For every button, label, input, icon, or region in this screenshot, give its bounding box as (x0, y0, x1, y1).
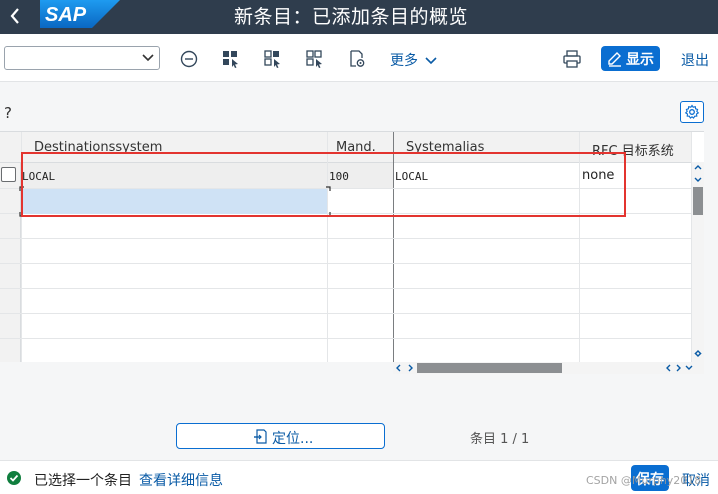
select-all-icon[interactable] (221, 49, 241, 69)
title-bar: SAP 新条目：已添加条目的概览 (0, 0, 718, 34)
row-checkbox[interactable] (1, 167, 16, 182)
more-menu-label: 更多 (390, 53, 418, 69)
table-settings-button[interactable] (680, 101, 704, 123)
column-header-alias[interactable]: Systemalias (394, 132, 579, 163)
divider (0, 313, 692, 314)
horizontal-scrollbar[interactable] (393, 362, 704, 374)
column-header-rfc[interactable]: RFC 目标系统 (580, 132, 692, 163)
divider (0, 338, 692, 339)
exit-button[interactable]: 退出 (681, 50, 709, 70)
chevron-down-icon (425, 57, 438, 65)
divider (579, 132, 580, 362)
success-icon (7, 471, 21, 485)
help-text: ? (4, 104, 12, 122)
horizontal-scroll-thumb[interactable] (417, 363, 562, 373)
table-row (22, 163, 327, 188)
vertical-scrollbar[interactable] (692, 162, 704, 362)
watermark: CSDN @Murphy2018 (586, 474, 702, 487)
chevron-down-icon (142, 54, 154, 62)
sap-logo: SAP (40, 0, 120, 28)
deselect-all-icon[interactable] (305, 49, 325, 69)
status-message: 已选择一个条目 (34, 473, 132, 489)
print-icon[interactable] (562, 49, 582, 69)
cell-alias[interactable]: LOCAL (395, 170, 428, 183)
scroll-arrows-icon[interactable] (693, 163, 703, 185)
scroll-up-icon[interactable] (693, 346, 703, 358)
column-header-client[interactable]: Mand. (328, 132, 393, 163)
locate-button-label: 定位... (272, 431, 314, 447)
divider (393, 132, 394, 362)
gear-icon (684, 104, 700, 119)
display-button[interactable]: 显示 (601, 46, 660, 71)
document-settings-icon[interactable] (347, 49, 367, 69)
back-icon[interactable] (6, 4, 26, 28)
vertical-scroll-thumb[interactable] (693, 187, 703, 215)
toolbar: 更多 显示 退出 (0, 34, 718, 82)
cell-focus-corners (19, 186, 331, 217)
cell-client[interactable]: 100 (329, 170, 349, 183)
svg-text:SAP: SAP (45, 4, 87, 26)
locate-button[interactable]: 定位... (176, 423, 385, 449)
row-selector-header (0, 132, 21, 163)
cell-rfc[interactable]: none (582, 168, 614, 183)
select-block-icon[interactable] (263, 49, 283, 69)
divider (0, 263, 692, 264)
view-select[interactable] (4, 46, 160, 70)
divider (0, 288, 692, 289)
cell-destination[interactable]: LOCAL (22, 170, 55, 183)
minus-circle-icon[interactable] (179, 49, 199, 69)
edit-icon (608, 52, 621, 67)
entries-table: Destinationssystem Mand. Systemalias RFC… (0, 131, 704, 362)
scroll-left-right-icon[interactable] (394, 363, 416, 373)
entry-count: 条目 1 / 1 (470, 432, 530, 447)
display-button-label: 显示 (626, 52, 654, 68)
column-header-destination[interactable]: Destinationssystem (22, 132, 327, 163)
divider (0, 238, 692, 239)
page-title: 新条目：已添加条目的概览 (234, 6, 469, 28)
scroll-arrows-icon[interactable] (665, 363, 701, 373)
view-details-link[interactable]: 查看详细信息 (139, 470, 223, 490)
locate-icon (254, 429, 267, 444)
more-menu-button[interactable]: 更多 (390, 50, 438, 70)
